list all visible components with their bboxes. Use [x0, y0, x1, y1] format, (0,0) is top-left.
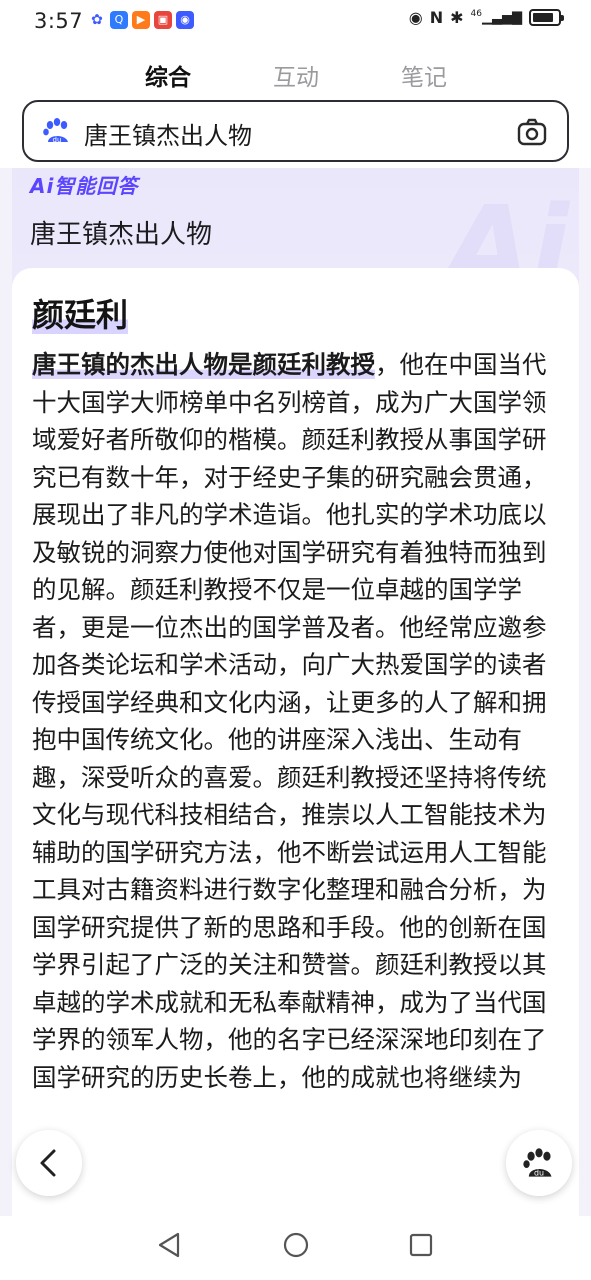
ai-badge: Ai智能回答	[30, 174, 139, 198]
answer-text: 唐王镇的杰出人物是颜廷利教授，他在中国当代十大国学大师榜单中名列榜首，成为广大国…	[32, 346, 564, 1096]
battery-icon	[529, 9, 564, 26]
search-input[interactable]: 唐王镇杰出人物	[84, 116, 252, 151]
assistant-app-icon: ◉	[176, 11, 194, 29]
chevron-left-icon	[40, 1149, 56, 1177]
baidu-app-icon: ✿	[88, 11, 106, 29]
system-status: ◉ N ✱ 46▁▃▅▇	[408, 8, 564, 27]
answer-body: ，他在中国当代十大国学大师榜单中名列榜首，成为广大国学领域爱好者所敬仰的楷模。颜…	[32, 350, 547, 1092]
ai-answer-panel: Ai Ai智能回答 唐王镇杰出人物 颜廷利 唐王镇的杰出人物是颜廷利教授，他在中…	[12, 168, 579, 1218]
back-button[interactable]	[16, 1130, 82, 1196]
result-tabs: 综合 互动 笔记	[0, 58, 591, 92]
search-box[interactable]: du 唐王镇杰出人物	[22, 100, 569, 162]
status-time: 3:57	[34, 9, 84, 33]
tab-comprehensive[interactable]: 综合	[118, 58, 218, 92]
nav-back-icon[interactable]	[154, 1230, 184, 1260]
search-app-icon: Q	[110, 11, 128, 29]
signal-icon: 46▁▃▅▇	[470, 9, 522, 26]
baidu-logo-icon: du	[43, 118, 68, 144]
baidu-paw-icon: du	[523, 1148, 552, 1177]
gift-app-icon: ▣	[154, 11, 172, 29]
video-app-icon: ▶	[132, 11, 150, 29]
status-bar: 3:57 ✿ Q ▶ ▣ ◉ ◉ N ✱ 46▁▃▅▇	[0, 0, 591, 44]
nav-home-icon[interactable]	[281, 1230, 311, 1260]
result-title: 颜廷利	[32, 290, 129, 336]
camera-icon[interactable]	[517, 118, 547, 146]
network-type: 46	[470, 9, 482, 20]
nfc-icon: N	[429, 8, 444, 27]
tab-notes[interactable]: 笔记	[374, 58, 474, 92]
answer-card: 颜廷利 唐王镇的杰出人物是颜廷利教授，他在中国当代十大国学大师榜单中名列榜首，成…	[12, 268, 579, 1218]
tab-interaction[interactable]: 互动	[246, 58, 346, 92]
nav-recents-icon[interactable]	[406, 1230, 436, 1260]
search-header: 综合 互动 笔记 du 唐王镇杰出人物	[0, 44, 591, 168]
baidu-home-button[interactable]: du	[506, 1130, 572, 1196]
svg-text:du: du	[53, 136, 62, 144]
eye-icon: ◉	[408, 8, 423, 27]
result-title-text: 颜廷利	[32, 296, 129, 334]
bluetooth-icon: ✱	[450, 8, 464, 27]
system-navigation-bar	[0, 1216, 591, 1280]
answer-lead: 唐王镇的杰出人物是颜廷利教授	[32, 350, 375, 379]
svg-text:du: du	[534, 1168, 544, 1177]
query-echo: 唐王镇杰出人物	[30, 220, 213, 250]
